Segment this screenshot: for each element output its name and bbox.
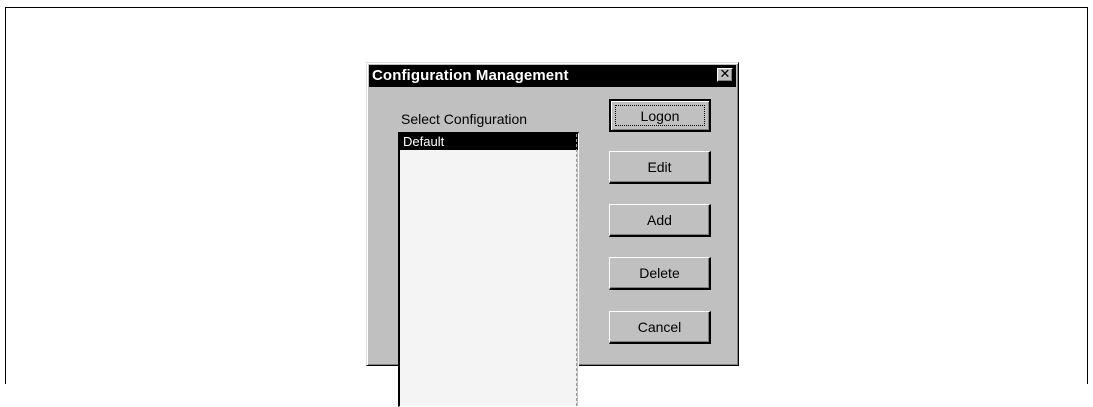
logon-button[interactable]: Logon bbox=[609, 99, 711, 132]
configuration-management-dialog: Configuration Management ✕ Select Config… bbox=[366, 62, 739, 407]
cancel-button[interactable]: Cancel bbox=[609, 311, 711, 344]
dialog-titlebar[interactable]: Configuration Management ✕ bbox=[369, 65, 736, 87]
edit-button-label: Edit bbox=[647, 159, 672, 175]
edit-button[interactable]: Edit bbox=[609, 151, 711, 184]
configuration-listbox[interactable]: Default bbox=[398, 132, 579, 407]
list-item-default[interactable]: Default bbox=[400, 134, 578, 150]
add-button-label: Add bbox=[647, 212, 672, 228]
delete-button-label: Delete bbox=[639, 265, 680, 281]
logon-button-label: Logon bbox=[640, 108, 680, 124]
select-configuration-label: Select Configuration bbox=[401, 111, 528, 127]
add-button[interactable]: Add bbox=[609, 204, 711, 237]
dialog-title: Configuration Management bbox=[372, 67, 569, 84]
cancel-button-label: Cancel bbox=[637, 319, 682, 335]
delete-button[interactable]: Delete bbox=[609, 257, 711, 290]
close-icon[interactable]: ✕ bbox=[717, 68, 733, 82]
